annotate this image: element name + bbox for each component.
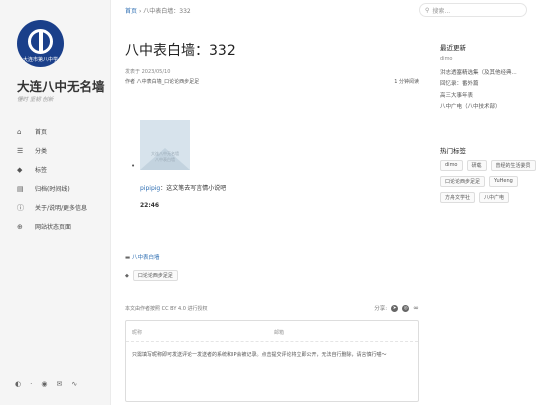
- post-quote: pipipig：这文笔去写言情小说吧: [140, 183, 226, 192]
- telegram-icon[interactable]: ➤: [391, 304, 399, 312]
- breadcrumb-separator: ›: [138, 8, 142, 15]
- site-logo[interactable]: 大连市第八中学: [17, 20, 64, 67]
- tag-chip[interactable]: 八中广电: [479, 192, 510, 203]
- comment-textarea[interactable]: 只需填写昵称即可发送评论一发送者的系统和IP会被记录。点击提交评论将立即公开，无…: [132, 351, 414, 360]
- nickname-field[interactable]: 昵称: [132, 329, 142, 336]
- search-placeholder: 搜索...: [432, 7, 451, 15]
- sidebar-item-categories[interactable]: ☰ 分类: [17, 141, 107, 160]
- post-image[interactable]: 大连八中无名墙 八中表白墙: [140, 120, 190, 170]
- sidebar-item-about[interactable]: ⓘ 关于/说明/更多信息: [17, 198, 107, 217]
- recent-item[interactable]: dimo: [440, 56, 536, 68]
- post-tags: ◆ 口论论西步足足: [125, 270, 178, 281]
- email-icon[interactable]: ✉: [56, 380, 62, 388]
- sidebar-item-status[interactable]: ⊕ 网站状态页面: [17, 217, 107, 236]
- list-bullet: •: [131, 162, 136, 170]
- globe-icon: ⊕: [17, 222, 23, 231]
- quote-text: ：这文笔去写言情小说吧: [160, 185, 227, 192]
- sidebar-item-label: 分类: [35, 148, 48, 155]
- image-watermark: 大连八中无名墙 八中表白墙: [151, 151, 179, 162]
- license-text: 本文由作者按照 CC BY 4.0 进行授权: [125, 306, 208, 312]
- breadcrumb: 首页 › 八中表白墙：332: [125, 6, 191, 15]
- recent-list: dimo 洪志透塞精选集（及其他经典... 回忆录：番外篇 高三大事年表 八中广…: [440, 56, 536, 114]
- tag-chip[interactable]: 方舟文学社: [440, 192, 476, 203]
- post-author[interactable]: 作者 八中表白墙_口论论西步足足: [125, 78, 199, 85]
- sidebar-item-label: 归档(时间线): [35, 186, 70, 193]
- breadcrumb-home[interactable]: 首页: [125, 8, 137, 15]
- search-input[interactable]: ⚲ 搜索...: [419, 3, 527, 17]
- tag-chip[interactable]: dimo: [440, 160, 463, 171]
- rss-icon[interactable]: ∿: [71, 380, 77, 388]
- read-time: 1 分钟阅读: [394, 79, 419, 85]
- tag-icon: ◆: [17, 165, 23, 174]
- post-category: ▬ 八中表白墙: [125, 253, 159, 261]
- archive-icon: ▤: [17, 184, 24, 193]
- comment-box: 昵称 邮箱 只需填写昵称即可发送评论一发送者的系统和IP会被记录。点击提交评论将…: [125, 320, 419, 402]
- hot-tags-heading: 热门标签: [440, 147, 466, 155]
- theme-toggle-icon[interactable]: ◐: [15, 380, 21, 388]
- logo-text: 大连市第八中学: [22, 57, 58, 63]
- search-icon: ⚲: [425, 6, 430, 14]
- sidebar-nav: ⌂ 首页 ☰ 分类 ◆ 标签 ▤ 归档(时间线) ⓘ 关于/说明/更多信息 ⊕ …: [17, 122, 107, 236]
- sidebar: 大连市第八中学 大连八中无名墙 懂时 坚韧 创新 ⌂ 首页 ☰ 分类 ◆ 标签 …: [0, 0, 111, 405]
- sidebar-item-label: 首页: [35, 129, 48, 136]
- tag-chip[interactable]: 研载: [466, 160, 487, 171]
- sidebar-item-label: 关于/说明/更多信息: [35, 205, 88, 212]
- site-subtitle: 懂时 坚韧 创新: [17, 97, 54, 103]
- divider-dot: ·: [30, 380, 33, 388]
- share-label: 分享:: [374, 306, 388, 312]
- info-icon: ⓘ: [17, 203, 24, 212]
- sidebar-item-label: 标签: [35, 167, 48, 174]
- site-title[interactable]: 大连八中无名墙: [17, 76, 105, 95]
- tag-icon: ◆: [125, 272, 129, 279]
- post-published: 发表于 2023/05/10: [125, 69, 171, 75]
- tag-chip[interactable]: 口论论西步足足: [132, 270, 178, 281]
- recent-item[interactable]: 洪志透塞精选集（及其他经典...: [440, 68, 536, 80]
- home-icon: ⌂: [17, 127, 22, 136]
- post-title: 八中表白墙：332: [125, 43, 236, 59]
- post-time: 22:46: [140, 202, 160, 209]
- right-panel: ⚲ 搜索... 最近更新 dimo 洪志透塞精选集（及其他经典... 回忆录：番…: [419, 0, 540, 405]
- email-field[interactable]: 邮箱: [274, 329, 284, 336]
- sidebar-footer: ◐ · ◉ ✉ ∿: [15, 380, 77, 388]
- quote-user-link[interactable]: pipipig: [140, 185, 160, 192]
- github-icon[interactable]: ◉: [41, 380, 47, 388]
- recent-item[interactable]: 高三大事年表: [440, 91, 536, 103]
- list-icon: ☰: [17, 146, 24, 155]
- tag-chip[interactable]: YuHeng: [489, 176, 518, 187]
- logo-bar: [38, 31, 43, 52]
- tag-chip[interactable]: 曾经的生活委员: [490, 160, 536, 171]
- category-link[interactable]: 八中表白墙: [132, 255, 160, 261]
- recent-item[interactable]: 八中广电（八中技术部）: [440, 102, 536, 114]
- share-bar: 分享: ➤ ◎ ∞: [374, 304, 419, 312]
- main-content: 首页 › 八中表白墙：332 八中表白墙：332 发表于 2023/05/10 …: [111, 0, 429, 405]
- recent-item[interactable]: 回忆录：番外篇: [440, 79, 536, 91]
- sidebar-item-tags[interactable]: ◆ 标签: [17, 160, 107, 179]
- link-icon[interactable]: ∞: [413, 304, 419, 312]
- hot-tags-list: dimo 研载 曾经的生活委员 口论论西步足足 YuHeng 方舟文学社 八中广…: [440, 160, 538, 203]
- weibo-icon[interactable]: ◎: [402, 304, 410, 312]
- sidebar-item-label: 网站状态页面: [35, 224, 72, 231]
- tag-chip[interactable]: 口论论西步足足: [440, 176, 486, 187]
- breadcrumb-current: 八中表白墙：332: [143, 8, 191, 15]
- folder-icon: ▬: [125, 255, 131, 261]
- sidebar-item-archives[interactable]: ▤ 归档(时间线): [17, 179, 107, 198]
- recent-heading: 最近更新: [440, 44, 466, 52]
- comment-divider: [126, 341, 418, 342]
- sidebar-item-home[interactable]: ⌂ 首页: [17, 122, 107, 141]
